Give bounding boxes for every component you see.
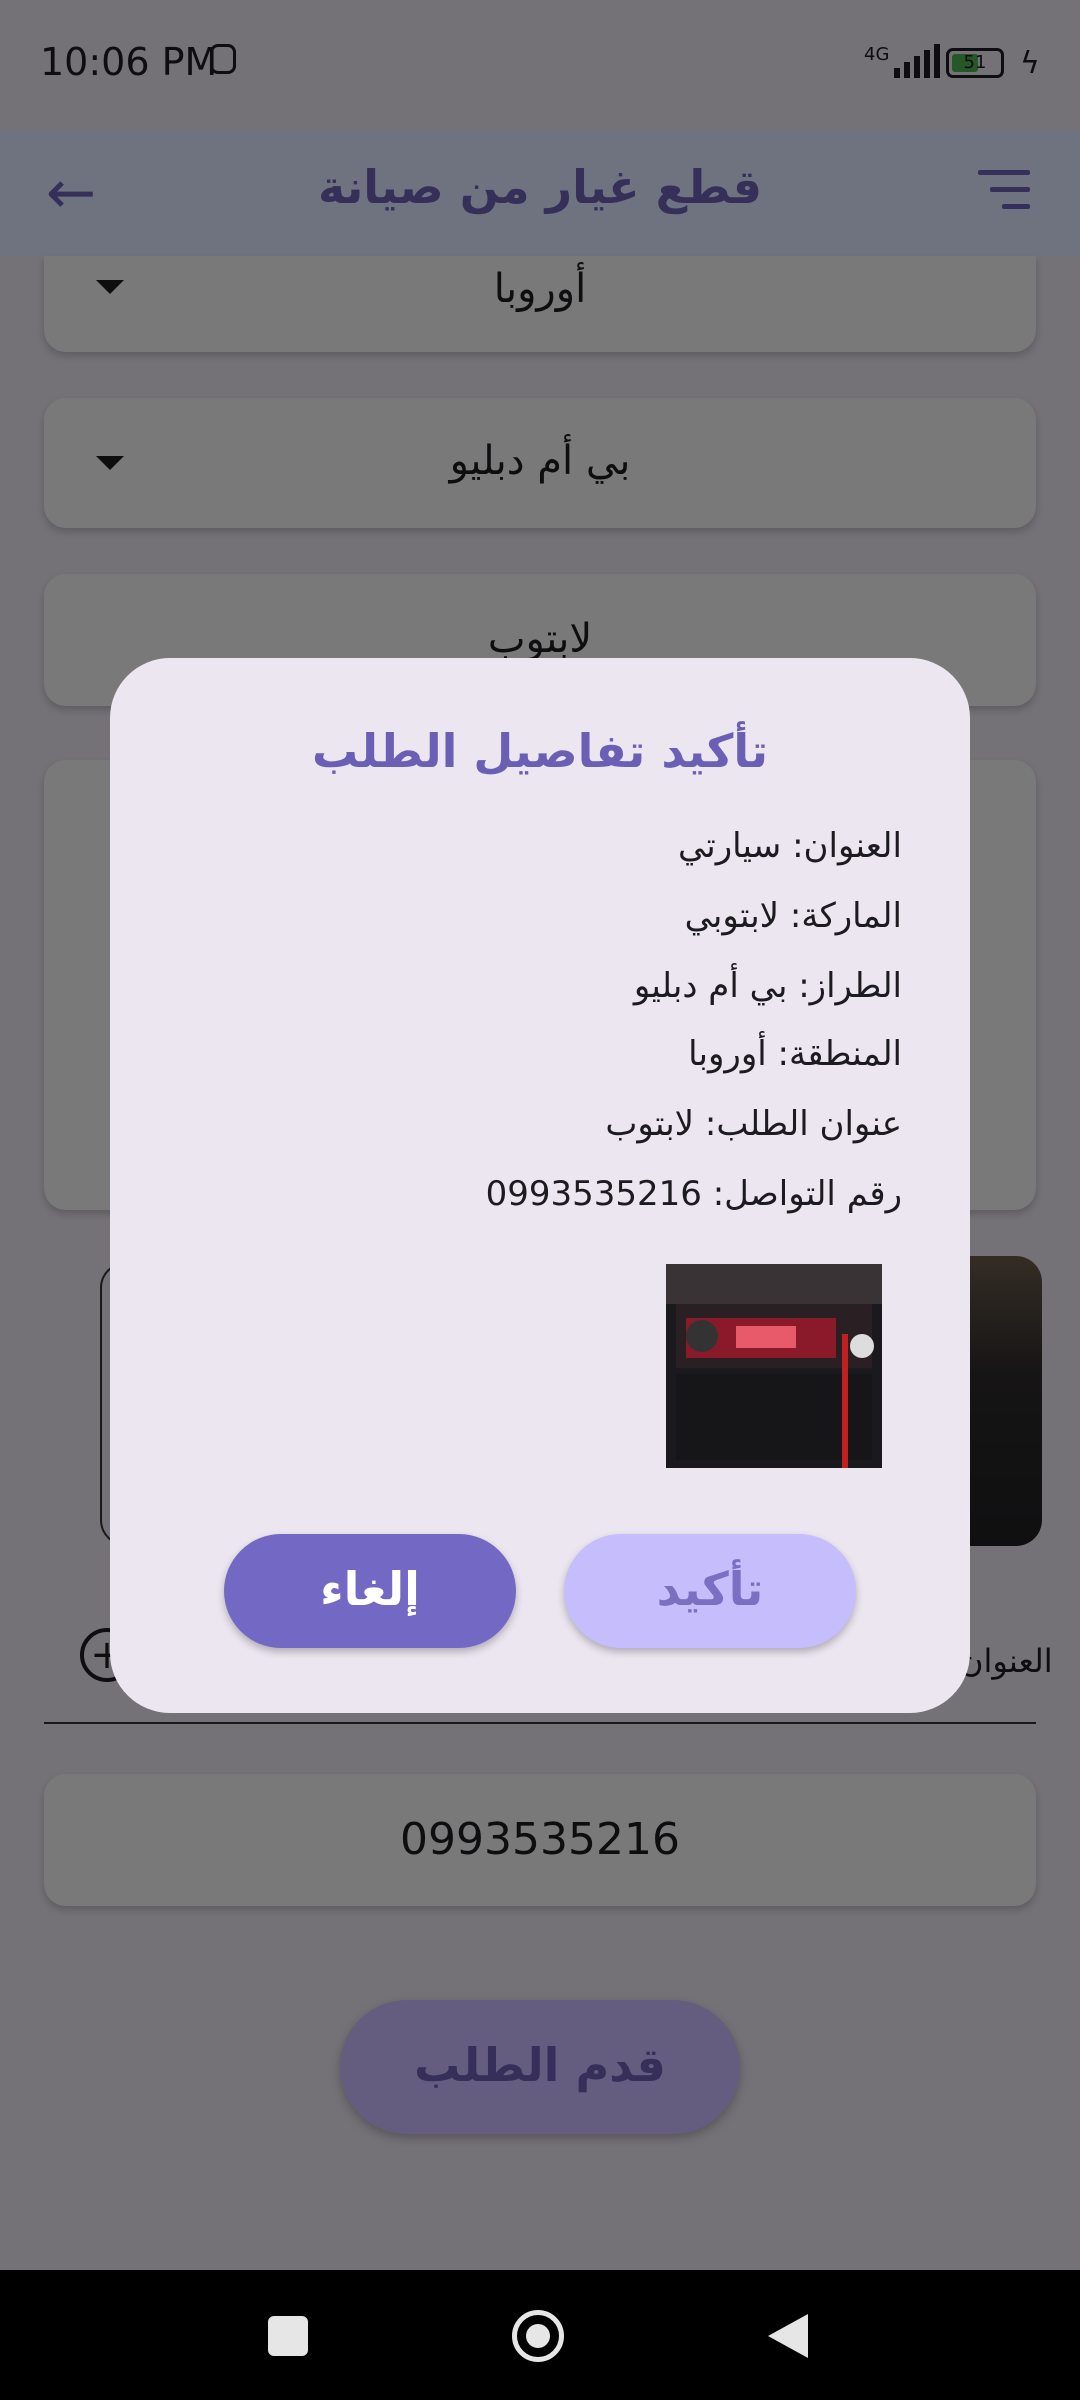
dialog-title: تأكيد تفاصيل الطلب	[312, 724, 768, 778]
cancel-button-label: إلغاء	[320, 1562, 420, 1616]
detail-region: المنطقة: أوروبا	[688, 1034, 902, 1074]
detail-brand: الماركة: لابتوبي	[684, 896, 902, 936]
recents-icon[interactable]	[268, 2316, 308, 2356]
confirm-dialog: تأكيد تفاصيل الطلب العنوان: سيارتي المار…	[110, 658, 970, 1713]
home-icon[interactable]	[512, 2310, 564, 2362]
confirm-button-label: تأكيد	[656, 1562, 764, 1616]
detail-request-title: عنوان الطلب: لابتوب	[605, 1104, 902, 1144]
system-navigation-bar	[0, 2270, 1080, 2400]
back-triangle-icon[interactable]	[768, 2314, 808, 2358]
detail-phone: رقم التواصل: 0993535216	[485, 1174, 902, 1214]
confirm-button[interactable]: تأكيد	[564, 1534, 856, 1648]
detail-address: العنوان: سيارتي	[677, 826, 902, 866]
cancel-button[interactable]: إلغاء	[224, 1534, 516, 1648]
request-image-thumbnail	[666, 1264, 882, 1468]
detail-model: الطراز: بي أم دبليو	[633, 966, 902, 1006]
